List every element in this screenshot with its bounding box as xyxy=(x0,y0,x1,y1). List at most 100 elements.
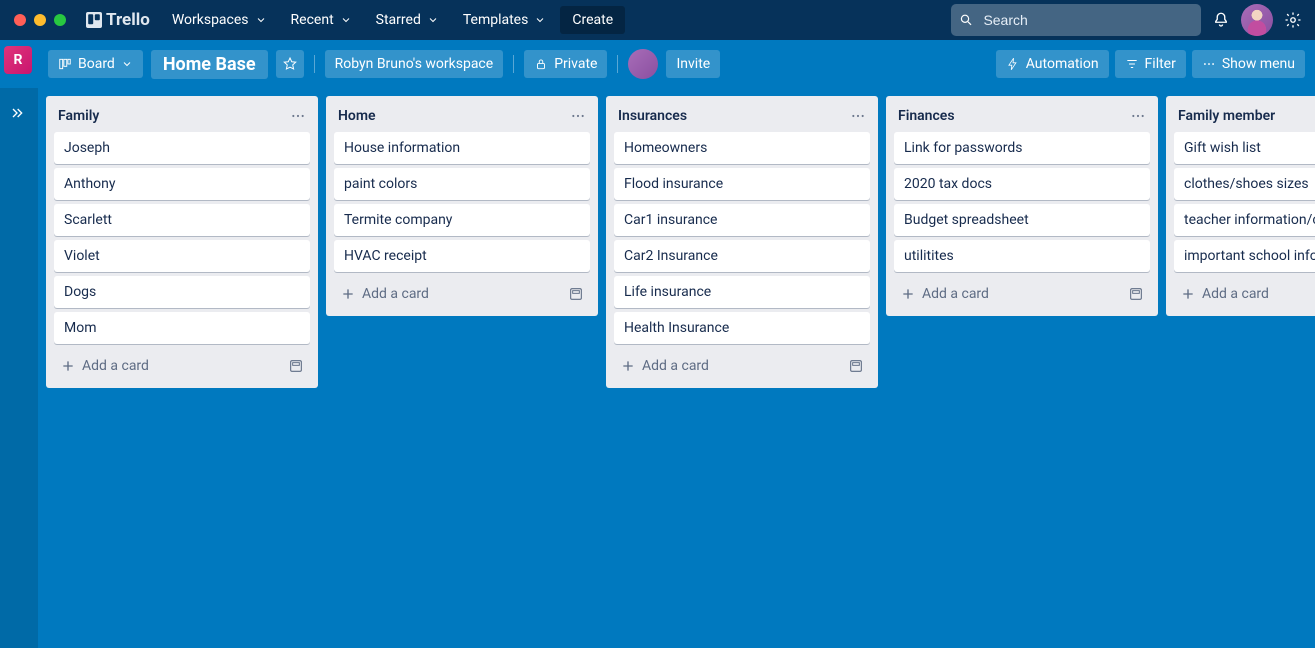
visibility-button[interactable]: Private xyxy=(524,50,607,78)
card-template-button[interactable] xyxy=(842,352,870,380)
visibility-label: Private xyxy=(554,56,597,72)
chevron-down-icon xyxy=(255,14,267,26)
list-title[interactable]: Finances xyxy=(898,108,955,124)
create-label: Create xyxy=(572,12,613,28)
card[interactable]: Violet xyxy=(54,240,310,272)
list-header: Finances xyxy=(886,96,1158,132)
list: Finances Link for passwords 2020 tax docs B… xyxy=(886,96,1158,316)
card[interactable]: Joseph xyxy=(54,132,310,164)
automation-button[interactable]: Automation xyxy=(996,50,1109,78)
workspace-badge[interactable]: R xyxy=(4,46,32,74)
more-horizontal-icon xyxy=(1202,57,1216,71)
trello-icon xyxy=(86,12,102,28)
templates-menu[interactable]: Templates xyxy=(453,6,557,34)
list-menu-button[interactable] xyxy=(566,104,590,128)
list-header: Family member xyxy=(1166,96,1315,132)
account-avatar[interactable] xyxy=(1241,4,1273,36)
card[interactable]: Flood insurance xyxy=(614,168,870,200)
list: Home House information paint colors Termite… xyxy=(326,96,598,316)
list: Insurances Homeowners Flood insurance Car1 … xyxy=(606,96,878,388)
divider xyxy=(314,55,315,73)
add-card-button[interactable]: Add a card xyxy=(334,282,562,306)
board-canvas[interactable]: Family Joseph Anthony Scarlett Violet Dogs Mom… xyxy=(0,88,1315,648)
filter-button[interactable]: Filter xyxy=(1115,50,1186,78)
card[interactable]: 2020 tax docs xyxy=(894,168,1150,200)
card[interactable]: Link for passwords xyxy=(894,132,1150,164)
card[interactable]: paint colors xyxy=(334,168,590,200)
notifications-button[interactable] xyxy=(1205,4,1237,36)
card[interactable]: Anthony xyxy=(54,168,310,200)
list-title[interactable]: Home xyxy=(338,108,376,124)
workspace-link[interactable]: Robyn Bruno's workspace xyxy=(325,50,504,78)
card[interactable]: Homeowners xyxy=(614,132,870,164)
card[interactable]: Dogs xyxy=(54,276,310,308)
search-icon xyxy=(959,12,973,28)
add-card-label: Add a card xyxy=(362,286,429,302)
card[interactable]: Car2 Insurance xyxy=(614,240,870,272)
add-card-button[interactable]: Add a card xyxy=(614,354,842,378)
star-board-button[interactable] xyxy=(276,50,304,78)
template-icon xyxy=(568,286,584,302)
add-card-label: Add a card xyxy=(82,358,149,374)
card-container: Gift wish list clothes/shoes sizes teacher… xyxy=(1166,132,1315,274)
invite-button[interactable]: Invite xyxy=(666,50,720,78)
templates-label: Templates xyxy=(463,12,529,28)
add-card-button[interactable]: Add a card xyxy=(54,354,282,378)
window-controls xyxy=(6,14,74,26)
list-title[interactable]: Insurances xyxy=(618,108,687,124)
card[interactable]: important school info xyxy=(1174,240,1315,272)
card-container: Joseph Anthony Scarlett Violet Dogs Mom xyxy=(46,132,318,346)
card[interactable]: Budget spreadsheet xyxy=(894,204,1150,236)
card[interactable]: Mom xyxy=(54,312,310,344)
view-label: Board xyxy=(78,56,115,72)
plus-icon xyxy=(900,286,916,302)
plus-icon xyxy=(1180,286,1196,302)
list-menu-button[interactable] xyxy=(846,104,870,128)
card[interactable]: teacher information/contacts xyxy=(1174,204,1315,236)
card-container: House information paint colors Termite com… xyxy=(326,132,598,274)
show-menu-button[interactable]: Show menu xyxy=(1192,50,1305,78)
more-horizontal-icon xyxy=(570,108,586,124)
minimize-window-icon[interactable] xyxy=(34,14,46,26)
recent-menu[interactable]: Recent xyxy=(281,6,362,34)
board-view-switcher[interactable]: Board xyxy=(48,50,143,78)
add-card-button[interactable]: Add a card xyxy=(894,282,1122,306)
card[interactable]: HVAC receipt xyxy=(334,240,590,272)
chevron-down-icon xyxy=(121,58,133,70)
workspaces-menu[interactable]: Workspaces xyxy=(162,6,277,34)
board-member-avatar[interactable] xyxy=(628,49,658,79)
list-footer: Add a card xyxy=(326,274,598,316)
list-title[interactable]: Family member xyxy=(1178,108,1275,124)
card-template-button[interactable] xyxy=(1122,280,1150,308)
list-title[interactable]: Family xyxy=(58,108,99,124)
search-field[interactable] xyxy=(951,4,1201,36)
invite-label: Invite xyxy=(676,56,710,72)
plus-icon xyxy=(60,358,76,374)
card[interactable]: Life insurance xyxy=(614,276,870,308)
card[interactable]: Scarlett xyxy=(54,204,310,236)
card[interactable]: Gift wish list xyxy=(1174,132,1315,164)
add-card-button[interactable]: Add a card xyxy=(1174,282,1315,306)
board-title[interactable]: Home Base xyxy=(151,50,268,79)
card[interactable]: Health Insurance xyxy=(614,312,870,344)
template-icon xyxy=(288,358,304,374)
card-template-button[interactable] xyxy=(282,352,310,380)
card-template-button[interactable] xyxy=(562,280,590,308)
close-window-icon[interactable] xyxy=(14,14,26,26)
list-menu-button[interactable] xyxy=(286,104,310,128)
show-menu-label: Show menu xyxy=(1222,56,1295,72)
card[interactable]: Termite company xyxy=(334,204,590,236)
create-button[interactable]: Create xyxy=(560,6,625,34)
list-menu-button[interactable] xyxy=(1126,104,1150,128)
card[interactable]: Car1 insurance xyxy=(614,204,870,236)
card[interactable]: House information xyxy=(334,132,590,164)
maximize-window-icon[interactable] xyxy=(54,14,66,26)
starred-menu[interactable]: Starred xyxy=(366,6,449,34)
card[interactable]: clothes/shoes sizes xyxy=(1174,168,1315,200)
logo-text: Trello xyxy=(106,10,150,30)
settings-button[interactable] xyxy=(1277,4,1309,36)
workspaces-label: Workspaces xyxy=(172,12,249,28)
trello-logo[interactable]: Trello xyxy=(78,10,158,30)
search-input[interactable] xyxy=(981,11,1193,29)
card[interactable]: utilitites xyxy=(894,240,1150,272)
